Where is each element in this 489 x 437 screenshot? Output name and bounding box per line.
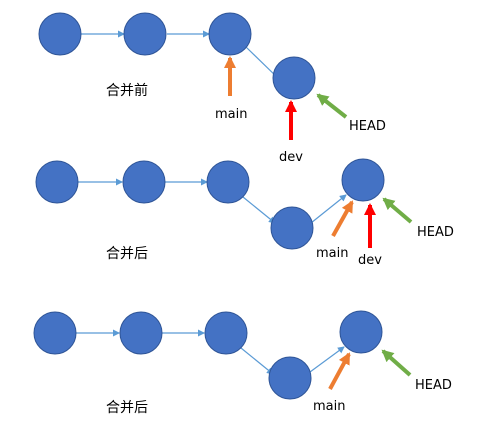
- head-label: HEAD: [349, 119, 386, 134]
- commit-node: [122, 160, 166, 204]
- git-merge-diagram: 合并前 main dev HEAD 合并后 main dev HEAD 合并后 …: [0, 0, 489, 437]
- commit-node: [272, 56, 316, 100]
- commit-edge: [242, 196, 276, 224]
- merge-commit-node: [339, 310, 383, 354]
- main-label: main: [316, 246, 348, 261]
- panel-caption: 合并前: [106, 82, 148, 99]
- panel-caption: 合并后: [106, 400, 148, 416]
- commit-node: [206, 160, 250, 204]
- commit-node: [119, 311, 163, 355]
- panel-after-merge-2: 合并后 main HEAD: [33, 310, 452, 416]
- merge-commit-node: [341, 158, 385, 202]
- head-label: HEAD: [415, 378, 452, 393]
- panel-before-merge: 合并前 main dev HEAD: [38, 12, 386, 165]
- commit-edge: [309, 346, 345, 373]
- commit-node: [33, 311, 77, 355]
- commit-node: [270, 206, 314, 250]
- dev-label: dev: [279, 150, 303, 165]
- main-pointer-arrow: [328, 352, 351, 390]
- diagram-canvas: 合并前 main dev HEAD 合并后 main dev HEAD 合并后 …: [33, 12, 454, 416]
- commit-node: [35, 160, 79, 204]
- commit-node: [38, 12, 82, 56]
- commit-edge: [240, 347, 274, 375]
- panel-after-merge-1: 合并后 main dev HEAD: [35, 158, 454, 268]
- commit-node: [268, 356, 312, 400]
- main-label: main: [313, 399, 345, 414]
- commit-node: [204, 311, 248, 355]
- main-label: main: [215, 107, 247, 122]
- main-pointer-arrow: [331, 200, 354, 237]
- commit-node: [123, 12, 167, 56]
- dev-label: dev: [358, 253, 382, 268]
- head-label: HEAD: [417, 225, 454, 240]
- head-pointer-arrow: [381, 349, 412, 377]
- head-pointer-arrow: [316, 93, 348, 119]
- commit-node: [208, 12, 252, 56]
- head-pointer-arrow: [382, 197, 413, 224]
- panel-caption: 合并后: [106, 246, 148, 262]
